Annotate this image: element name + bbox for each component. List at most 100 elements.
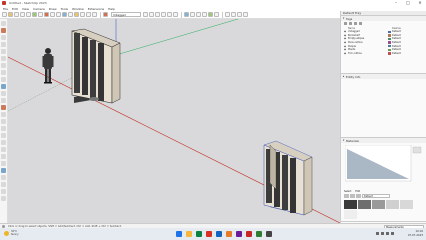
column-dashes[interactable]: Dashes bbox=[392, 27, 401, 30]
sketchup-taskbar-icon[interactable] bbox=[246, 231, 252, 237]
circle-tool-icon[interactable] bbox=[1, 63, 6, 68]
move-tool-icon[interactable] bbox=[1, 105, 6, 110]
app-icon[interactable] bbox=[236, 231, 242, 237]
orbit-tool-icon[interactable] bbox=[80, 12, 85, 17]
material-thumbnail[interactable] bbox=[400, 200, 413, 210]
app-icon[interactable] bbox=[256, 231, 262, 237]
file-explorer-icon[interactable] bbox=[186, 231, 192, 237]
start-icon[interactable] bbox=[176, 231, 182, 237]
paint-bucket-tool-icon[interactable] bbox=[74, 12, 79, 17]
offset-tool-icon[interactable] bbox=[38, 12, 43, 17]
extension-warehouse-icon[interactable] bbox=[237, 12, 242, 17]
search-icon[interactable] bbox=[359, 22, 362, 25]
battery-icon[interactable] bbox=[391, 232, 394, 235]
rectangle-tool-icon[interactable] bbox=[1, 49, 6, 54]
axes-tool-icon[interactable] bbox=[1, 154, 6, 159]
follow-me-tool-icon[interactable] bbox=[1, 91, 6, 96]
shaded-icon[interactable] bbox=[202, 12, 207, 17]
cabinet-model-1[interactable] bbox=[71, 28, 121, 104]
chrome-icon[interactable] bbox=[196, 231, 202, 237]
chevron-up-icon[interactable] bbox=[376, 232, 379, 235]
rectangle-tool-icon[interactable] bbox=[26, 12, 31, 17]
pan-tool-icon[interactable] bbox=[1, 182, 6, 187]
menu-view[interactable]: View bbox=[22, 7, 29, 11]
arc-tool-icon[interactable] bbox=[1, 77, 6, 82]
right-view-icon[interactable] bbox=[161, 12, 166, 17]
text-tool-icon[interactable] bbox=[68, 12, 73, 17]
material-thumbnail[interactable] bbox=[372, 200, 385, 210]
edge-icon[interactable] bbox=[216, 231, 222, 237]
weather-widget[interactable]: 32°C Sunny bbox=[4, 230, 18, 236]
tag-color-swatch[interactable] bbox=[388, 48, 391, 51]
tab-select[interactable]: Select bbox=[344, 190, 351, 193]
tag-color-swatch[interactable] bbox=[388, 52, 391, 55]
left-view-icon[interactable] bbox=[173, 12, 178, 17]
front-view-icon[interactable] bbox=[155, 12, 160, 17]
material-thumbnail[interactable] bbox=[386, 200, 399, 210]
pan-tool-icon[interactable] bbox=[86, 12, 91, 17]
tag-color-swatch[interactable] bbox=[388, 41, 391, 44]
tape-measure-tool-icon[interactable] bbox=[62, 12, 67, 17]
zoom-tool-icon[interactable] bbox=[92, 12, 97, 17]
tag-color-swatch[interactable] bbox=[388, 34, 391, 37]
hidden-line-icon[interactable] bbox=[196, 12, 201, 17]
material-category-dropdown[interactable]: Default bbox=[362, 194, 390, 199]
cabinet-model-2[interactable] bbox=[263, 140, 313, 216]
add-tag-icon[interactable] bbox=[344, 22, 347, 25]
3d-text-tool-icon[interactable] bbox=[1, 161, 6, 166]
tag-color-swatch[interactable] bbox=[388, 30, 391, 33]
menu-edit[interactable]: Edit bbox=[12, 7, 18, 11]
orbit-tool-icon[interactable] bbox=[1, 175, 6, 180]
tab-edit[interactable]: Edit bbox=[355, 190, 360, 193]
tag-color-swatch[interactable] bbox=[388, 37, 391, 41]
rotate-tool-icon[interactable] bbox=[50, 12, 55, 17]
menu-file[interactable]: File bbox=[3, 7, 8, 11]
app-icon[interactable] bbox=[266, 231, 272, 237]
delete-tag-icon[interactable] bbox=[354, 22, 357, 25]
iso-view-icon[interactable] bbox=[143, 12, 148, 17]
eraser-tool-icon[interactable] bbox=[1, 28, 6, 33]
line-tool-icon[interactable] bbox=[1, 35, 6, 40]
push-pull-tool-icon[interactable] bbox=[32, 12, 37, 17]
material-thumbnail[interactable] bbox=[344, 210, 357, 220]
column-name[interactable]: Name bbox=[348, 27, 392, 30]
eraser-tool-icon[interactable] bbox=[8, 12, 13, 17]
zoom-extents-tool-icon[interactable] bbox=[1, 196, 6, 201]
volume-icon[interactable] bbox=[386, 232, 389, 235]
components-icon[interactable] bbox=[225, 12, 230, 17]
text-tool-icon[interactable] bbox=[1, 147, 6, 152]
tape-measure-tool-icon[interactable] bbox=[1, 126, 6, 131]
dimension-tool-icon[interactable] bbox=[1, 133, 6, 138]
line-tool-icon[interactable] bbox=[14, 12, 19, 17]
layout-icon[interactable] bbox=[243, 12, 248, 17]
tag-dropdown[interactable]: Untagged bbox=[111, 12, 141, 17]
zoom-tool-icon[interactable] bbox=[1, 189, 6, 194]
menu-help[interactable]: Help bbox=[108, 7, 115, 11]
material-thumbnail[interactable] bbox=[358, 200, 371, 210]
back-view-icon[interactable] bbox=[167, 12, 172, 17]
shaded-textures-icon[interactable] bbox=[208, 12, 213, 17]
menu-draw[interactable]: Draw bbox=[49, 7, 57, 11]
protractor-tool-icon[interactable] bbox=[1, 140, 6, 145]
app-icon[interactable] bbox=[206, 231, 212, 237]
select-tool-icon[interactable] bbox=[1, 21, 6, 26]
back-icon[interactable] bbox=[344, 194, 349, 199]
wireframe-icon[interactable] bbox=[190, 12, 195, 17]
freehand-tool-icon[interactable] bbox=[1, 42, 6, 47]
polygon-tool-icon[interactable] bbox=[1, 70, 6, 75]
menu-camera[interactable]: Camera bbox=[33, 7, 45, 11]
tag-row[interactable]: ◉ Tick outline Default bbox=[341, 52, 426, 56]
push-pull-tool-icon[interactable] bbox=[1, 84, 6, 89]
scale-figure-person[interactable] bbox=[42, 48, 54, 84]
top-view-icon[interactable] bbox=[149, 12, 154, 17]
scale-tool-icon[interactable] bbox=[1, 119, 6, 124]
tag-color-swatch[interactable] bbox=[388, 44, 391, 48]
offset-tool-icon[interactable] bbox=[1, 98, 6, 103]
home-icon[interactable] bbox=[356, 194, 361, 199]
move-tool-icon[interactable] bbox=[44, 12, 49, 17]
app-icon[interactable] bbox=[226, 231, 232, 237]
clock[interactable]: 10:16 07-07-2023 bbox=[408, 230, 423, 238]
add-folder-icon[interactable] bbox=[349, 22, 352, 25]
arc-tool-icon[interactable] bbox=[20, 12, 25, 17]
select-tool-icon[interactable] bbox=[2, 12, 7, 17]
